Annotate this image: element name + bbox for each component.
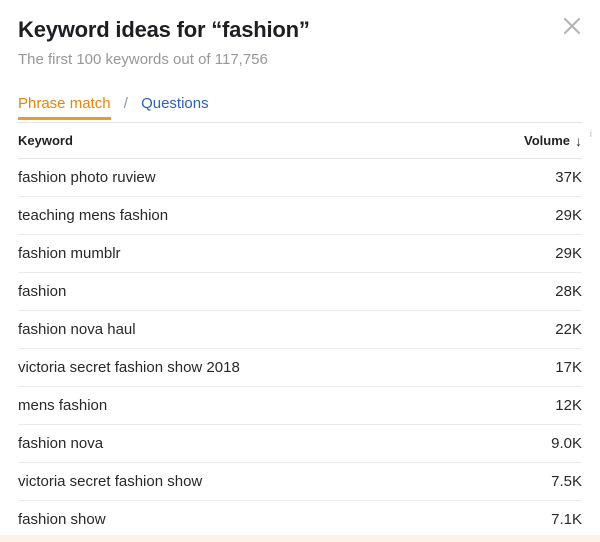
- table-row: fashion mumblr 29K: [18, 235, 582, 273]
- keyword-ideas-modal: Keyword ideas for “fashion” The first 10…: [0, 0, 600, 542]
- volume-cell: 29K: [555, 207, 582, 224]
- modal-header: Keyword ideas for “fashion” The first 10…: [0, 0, 600, 70]
- volume-cell: 9.0K: [551, 435, 582, 452]
- volume-cell: 28K: [555, 283, 582, 300]
- tab-separator: /: [124, 95, 128, 112]
- volume-cell: 22K: [555, 321, 582, 338]
- keyword-cell: mens fashion: [18, 397, 107, 414]
- volume-cell: 7.1K: [551, 511, 582, 528]
- column-header-volume[interactable]: Volume ↓ i: [524, 133, 582, 148]
- keyword-cell: teaching mens fashion: [18, 207, 168, 224]
- column-header-volume-label: Volume: [524, 133, 570, 148]
- keywords-table: Keyword Volume ↓ i fashion photo ruview …: [18, 123, 582, 539]
- volume-cell: 17K: [555, 359, 582, 376]
- close-icon: [562, 16, 582, 36]
- column-header-keyword[interactable]: Keyword: [18, 133, 73, 148]
- keyword-cell: fashion: [18, 283, 66, 300]
- result-count-subtitle: The first 100 keywords out of 117,756: [18, 50, 582, 70]
- table-row: teaching mens fashion 29K: [18, 197, 582, 235]
- keyword-cell: fashion show: [18, 511, 106, 528]
- volume-cell: 12K: [555, 397, 582, 414]
- keyword-cell: fashion photo ruview: [18, 169, 156, 186]
- volume-cell: 7.5K: [551, 473, 582, 490]
- keyword-cell: fashion nova haul: [18, 321, 136, 338]
- info-icon[interactable]: i: [590, 129, 592, 140]
- sort-descending-icon: ↓: [575, 134, 582, 148]
- table-row: fashion nova haul 22K: [18, 311, 582, 349]
- keyword-cell: victoria secret fashion show 2018: [18, 359, 240, 376]
- table-row: fashion photo ruview 37K: [18, 159, 582, 197]
- report-tabs: Phrase match / Questions: [18, 95, 582, 123]
- table-row: fashion nova 9.0K: [18, 425, 582, 463]
- table-row: fashion show 7.1K: [18, 501, 582, 539]
- keyword-cell: victoria secret fashion show: [18, 473, 202, 490]
- table-row: fashion 28K: [18, 273, 582, 311]
- table-header-row: Keyword Volume ↓ i: [18, 123, 582, 159]
- tab-questions[interactable]: Questions: [141, 95, 209, 113]
- page-title: Keyword ideas for “fashion”: [18, 16, 582, 43]
- volume-cell: 29K: [555, 245, 582, 262]
- tab-phrase-match[interactable]: Phrase match: [18, 95, 111, 120]
- next-row-hover-strip: [0, 535, 600, 542]
- volume-cell: 37K: [555, 169, 582, 186]
- table-row: mens fashion 12K: [18, 387, 582, 425]
- keyword-cell: fashion nova: [18, 435, 103, 452]
- keyword-cell: fashion mumblr: [18, 245, 121, 262]
- table-row: victoria secret fashion show 7.5K: [18, 463, 582, 501]
- table-row: victoria secret fashion show 2018 17K: [18, 349, 582, 387]
- close-button[interactable]: [560, 14, 584, 38]
